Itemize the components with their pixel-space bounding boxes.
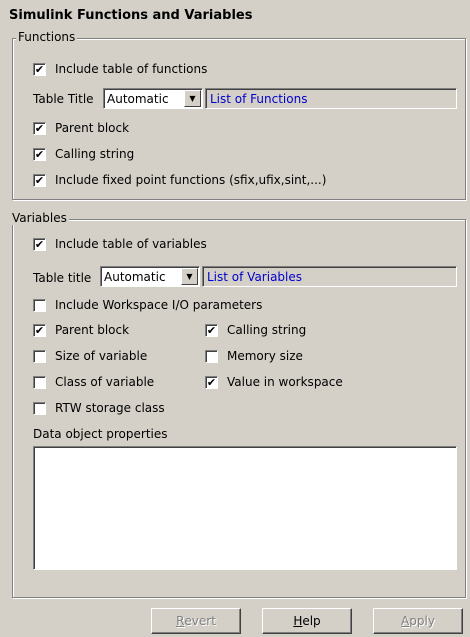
apply-button[interactable]: Apply xyxy=(373,608,463,634)
revert-label-rest: evert xyxy=(184,614,216,628)
check-icon xyxy=(33,298,46,312)
variables-calling-string-label: Calling string xyxy=(227,323,307,337)
check-icon xyxy=(205,349,218,363)
check-icon: ✔ xyxy=(205,323,218,337)
check-icon: ✔ xyxy=(33,237,46,251)
revert-button[interactable]: Revert xyxy=(151,608,241,634)
size-of-variable-label: Size of variable xyxy=(55,349,148,363)
memory-size-label: Memory size xyxy=(227,349,303,363)
variables-legend: Variables xyxy=(10,211,69,225)
include-functions-table-checkbox[interactable]: ✔ Include table of functions xyxy=(33,61,207,77)
class-of-variable-label: Class of variable xyxy=(55,375,155,389)
check-icon xyxy=(33,401,46,415)
functions-parent-block-label: Parent block xyxy=(55,121,130,135)
functions-table-title-select[interactable]: Automatic ▼ xyxy=(103,88,203,109)
class-of-variable-checkbox[interactable]: Class of variable xyxy=(33,374,154,390)
chevron-down-icon[interactable]: ▼ xyxy=(181,268,198,285)
check-icon xyxy=(33,349,46,363)
functions-calling-string-checkbox[interactable]: ✔ Calling string xyxy=(33,146,134,162)
functions-table-title-mode: Automatic xyxy=(107,91,169,106)
functions-table-title-input[interactable]: List of Functions xyxy=(205,88,457,109)
check-icon: ✔ xyxy=(33,121,46,135)
help-button[interactable]: Help xyxy=(262,608,352,634)
variables-table-title-mode: Automatic xyxy=(104,269,166,284)
data-object-properties-textarea[interactable] xyxy=(33,446,457,570)
include-variables-table-label: Include table of variables xyxy=(55,237,207,251)
functions-legend: Functions xyxy=(16,30,78,44)
check-icon: ✔ xyxy=(33,173,46,187)
rtw-storage-class-checkbox[interactable]: RTW storage class xyxy=(33,400,165,416)
variables-parent-block-label: Parent block xyxy=(55,323,130,337)
variables-table-title-input[interactable]: List of Variables xyxy=(202,266,457,287)
memory-size-checkbox[interactable]: Memory size xyxy=(205,348,303,364)
variables-calling-string-checkbox[interactable]: ✔ Calling string xyxy=(205,322,306,338)
value-in-workspace-checkbox[interactable]: ✔ Value in workspace xyxy=(205,374,343,390)
fixed-point-functions-label: Include fixed point functions (sfix,ufix… xyxy=(55,173,327,187)
revert-mnemonic: R xyxy=(176,614,185,628)
apply-mnemonic: A xyxy=(401,614,410,628)
check-icon: ✔ xyxy=(33,147,46,161)
data-object-properties-label: Data object properties xyxy=(33,427,168,441)
panel-title: Simulink Functions and Variables xyxy=(9,8,253,23)
functions-parent-block-checkbox[interactable]: ✔ Parent block xyxy=(33,120,129,136)
help-label-rest: elp xyxy=(302,614,321,628)
check-icon: ✔ xyxy=(33,62,46,76)
variables-table-title-select[interactable]: Automatic ▼ xyxy=(100,266,200,287)
variables-parent-block-checkbox[interactable]: ✔ Parent block xyxy=(33,322,129,338)
functions-calling-string-label: Calling string xyxy=(55,147,135,161)
functions-table-title-label: Table Title xyxy=(33,92,94,106)
check-icon: ✔ xyxy=(205,375,218,389)
help-mnemonic: H xyxy=(293,614,303,628)
fixed-point-functions-checkbox[interactable]: ✔ Include fixed point functions (sfix,uf… xyxy=(33,172,326,188)
chevron-down-icon[interactable]: ▼ xyxy=(184,90,201,107)
check-icon: ✔ xyxy=(33,323,46,337)
size-of-variable-checkbox[interactable]: Size of variable xyxy=(33,348,147,364)
variables-table-title-label: Table title xyxy=(33,271,92,285)
check-icon xyxy=(33,375,46,389)
include-functions-table-label: Include table of functions xyxy=(55,62,208,76)
workspace-io-checkbox[interactable]: Include Workspace I/O parameters xyxy=(33,297,262,313)
rtw-storage-class-label: RTW storage class xyxy=(55,401,165,415)
workspace-io-label: Include Workspace I/O parameters xyxy=(55,298,263,312)
apply-label-rest: pply xyxy=(409,614,435,628)
value-in-workspace-label: Value in workspace xyxy=(227,375,343,389)
include-variables-table-checkbox[interactable]: ✔ Include table of variables xyxy=(33,236,207,252)
